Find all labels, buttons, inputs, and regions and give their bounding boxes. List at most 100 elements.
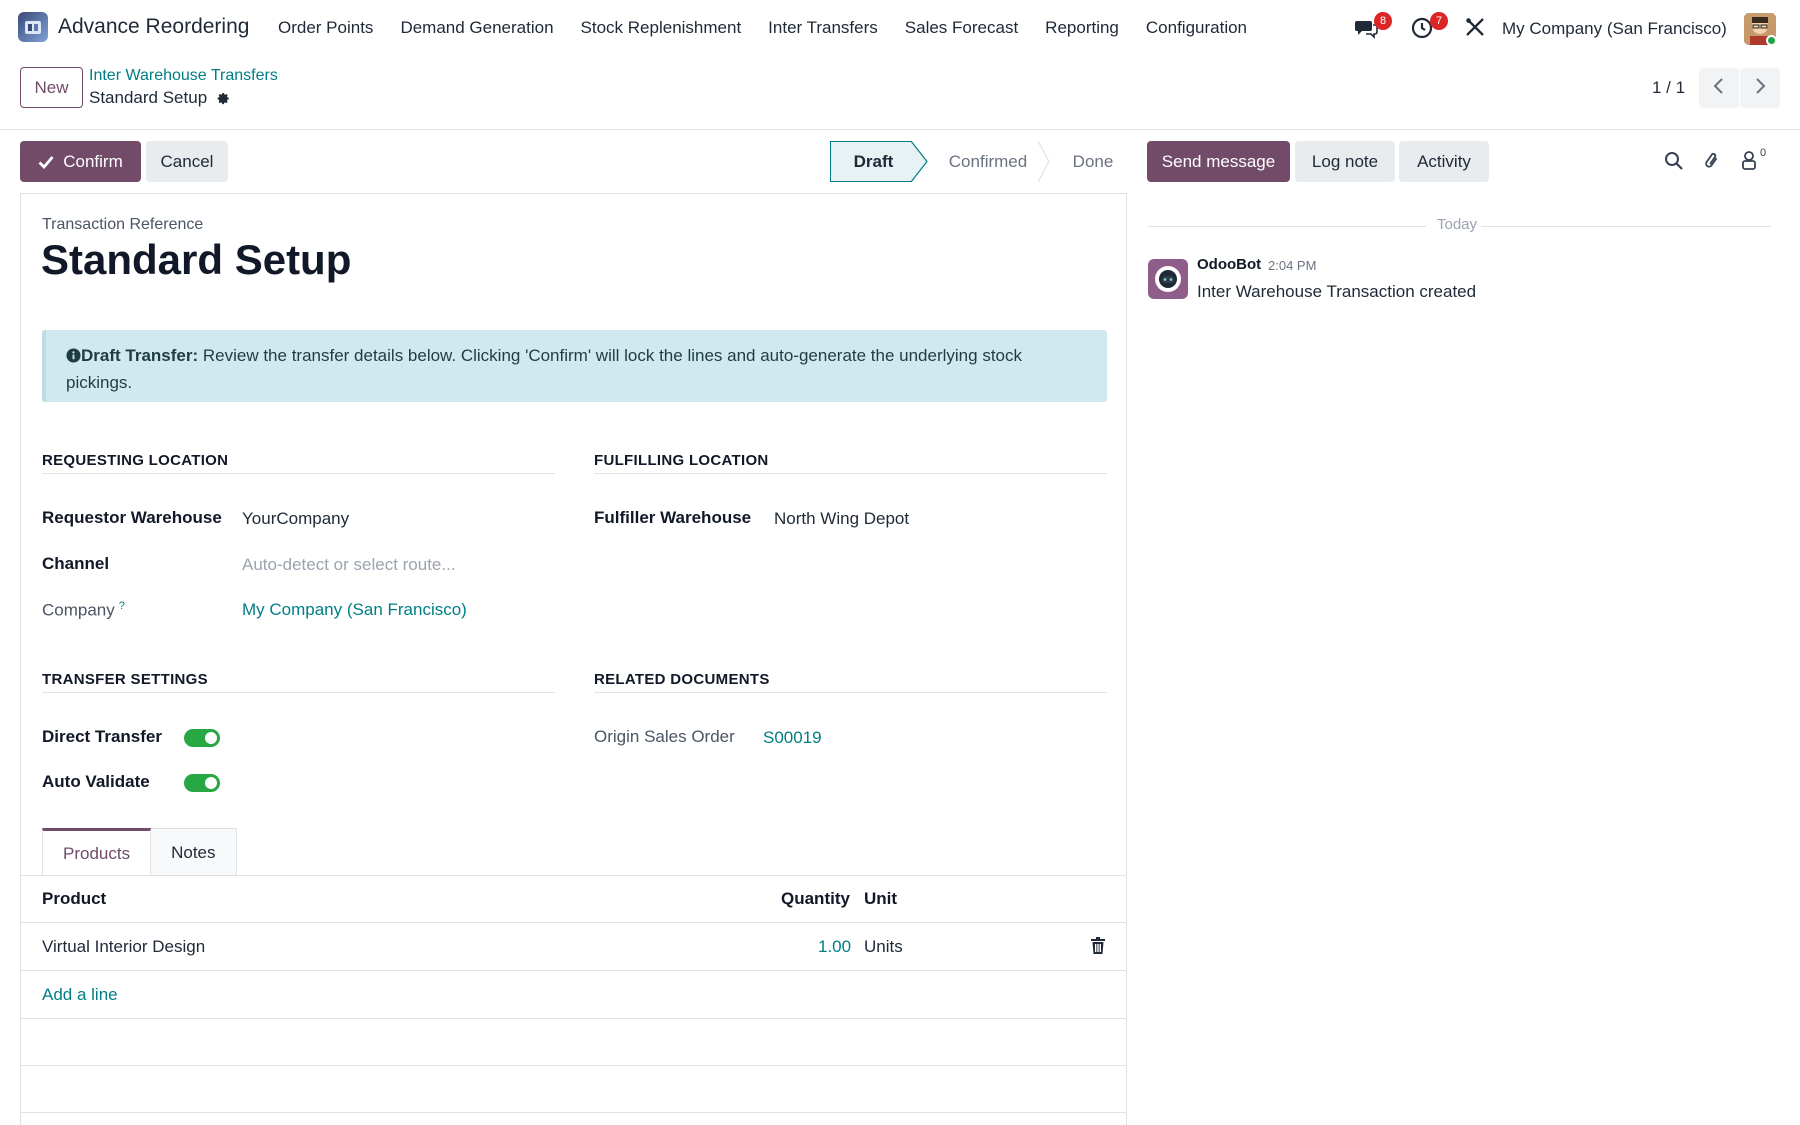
- menu-stock-replenishment[interactable]: Stock Replenishment: [581, 18, 742, 38]
- search-icon[interactable]: [1664, 151, 1684, 176]
- origin-sales-order-link[interactable]: S00019: [763, 728, 822, 748]
- tools-icon[interactable]: [1464, 16, 1490, 42]
- menu-order-points[interactable]: Order Points: [278, 18, 373, 38]
- online-status-dot: [1766, 35, 1776, 45]
- confirm-button-label: Confirm: [63, 151, 123, 171]
- pager-next-button[interactable]: [1740, 68, 1780, 108]
- messages-badge: 8: [1374, 12, 1392, 30]
- message-author[interactable]: OdooBot: [1197, 256, 1261, 273]
- requesting-location-title: REQUESTING LOCATION: [42, 452, 555, 474]
- date-divider-left: [1148, 226, 1426, 227]
- menu-inter-transfers[interactable]: Inter Transfers: [768, 18, 878, 38]
- date-divider-right: [1481, 226, 1771, 227]
- info-circle-icon: [66, 348, 81, 363]
- paperclip-icon[interactable]: [1702, 150, 1722, 177]
- alert-text: Review the transfer details below. Click…: [202, 346, 1022, 365]
- activities-clock-icon[interactable]: 7: [1410, 12, 1448, 42]
- top-navbar: Advance Reordering Order Points Demand G…: [0, 0, 1800, 58]
- followers-count: 0: [1760, 147, 1767, 159]
- column-header-unit[interactable]: Unit: [864, 889, 897, 909]
- confirm-button[interactable]: Confirm: [20, 141, 141, 182]
- log-note-button[interactable]: Log note: [1295, 141, 1395, 182]
- menu-demand-generation[interactable]: Demand Generation: [400, 18, 553, 38]
- fulfilling-location-title: FULFILLING LOCATION: [594, 452, 1107, 474]
- empty-row: [21, 1066, 1126, 1113]
- direct-transfer-label: Direct Transfer: [42, 727, 162, 746]
- chevron-right-icon: [1753, 77, 1767, 100]
- fulfiller-warehouse-label: Fulfiller Warehouse: [594, 508, 752, 527]
- line-unit[interactable]: Units: [864, 937, 903, 957]
- message-body: Inter Warehouse Transaction created: [1197, 282, 1477, 301]
- cancel-button[interactable]: Cancel: [146, 141, 228, 182]
- new-button[interactable]: New: [20, 67, 83, 108]
- app-logo-icon[interactable]: [18, 12, 48, 42]
- breadcrumb-current-label: Standard Setup: [89, 88, 208, 107]
- company-label-text: Company: [42, 600, 115, 620]
- pager-value[interactable]: 1 / 1: [1652, 78, 1685, 98]
- company-field[interactable]: My Company (San Francisco): [242, 600, 467, 620]
- tab-notes[interactable]: Notes: [151, 828, 237, 876]
- gear-icon[interactable]: [215, 90, 231, 106]
- stage-confirmed[interactable]: Confirmed: [912, 141, 1050, 182]
- control-panel: New Inter Warehouse Transfers Standard S…: [0, 58, 1800, 130]
- chevron-left-icon: [1712, 77, 1726, 100]
- message-time: 2:04 PM: [1268, 258, 1317, 273]
- add-line-row: Add a line: [21, 971, 1126, 1019]
- odoobot-avatar[interactable]: [1148, 259, 1188, 299]
- activities-badge: 7: [1430, 12, 1448, 30]
- direct-transfer-toggle[interactable]: [184, 729, 220, 747]
- pager-previous-button[interactable]: [1699, 68, 1739, 108]
- column-header-quantity[interactable]: Quantity: [781, 889, 850, 909]
- user-avatar[interactable]: [1744, 13, 1776, 45]
- draft-info-alert: Draft Transfer: Review the transfer deta…: [42, 330, 1107, 402]
- channel-label: Channel: [42, 554, 110, 573]
- app-name[interactable]: Advance Reordering: [58, 15, 249, 39]
- menu-sales-forecast[interactable]: Sales Forecast: [905, 18, 1018, 38]
- line-product[interactable]: Virtual Interior Design: [42, 937, 205, 957]
- company-help-tooltip[interactable]: ?: [119, 600, 125, 612]
- tab-products[interactable]: Products: [42, 828, 152, 876]
- reference-label: Transaction Reference: [42, 216, 204, 233]
- transfer-settings-title: TRANSFER SETTINGS: [42, 671, 555, 693]
- reference-title[interactable]: Standard Setup: [41, 236, 351, 284]
- table-row[interactable]: Virtual Interior Design 1.00 Units: [21, 923, 1126, 971]
- status-bar: Draft Confirmed Done: [830, 141, 1132, 182]
- main-menu: Order Points Demand Generation Stock Rep…: [278, 18, 1274, 38]
- messages-icon[interactable]: 8: [1354, 12, 1392, 42]
- date-divider-label: Today: [1437, 216, 1478, 233]
- column-header-product[interactable]: Product: [42, 889, 106, 909]
- stage-draft[interactable]: Draft: [830, 141, 928, 182]
- add-line-link[interactable]: Add a line: [42, 985, 118, 1005]
- breadcrumb-current: Standard Setup: [89, 88, 231, 108]
- table-header-row: Product Quantity Unit: [21, 876, 1126, 923]
- stage-draft-label: Draft: [853, 151, 894, 171]
- notebook-tabs: Products Notes: [42, 828, 237, 876]
- followers-button[interactable]: 0: [1740, 147, 1767, 175]
- alert-title: Draft Transfer:: [81, 346, 199, 365]
- line-quantity[interactable]: 1.00: [818, 937, 851, 957]
- user-lock-icon: [1740, 150, 1758, 175]
- send-message-button[interactable]: Send message: [1147, 141, 1290, 182]
- trash-icon[interactable]: [1091, 937, 1105, 959]
- stage-confirmed-label: Confirmed: [948, 151, 1028, 171]
- company-switcher[interactable]: My Company (San Francisco): [1502, 19, 1727, 39]
- check-icon: [38, 155, 54, 169]
- stage-done-label: Done: [1072, 151, 1114, 171]
- origin-sales-order-label: Origin Sales Order: [594, 727, 735, 746]
- channel-field[interactable]: Auto-detect or select route...: [242, 555, 456, 575]
- menu-reporting[interactable]: Reporting: [1045, 18, 1119, 38]
- empty-row: [21, 1019, 1126, 1066]
- fulfiller-warehouse-field[interactable]: North Wing Depot: [774, 509, 909, 529]
- requestor-warehouse-field[interactable]: YourCompany: [242, 509, 349, 529]
- breadcrumb-parent[interactable]: Inter Warehouse Transfers: [89, 67, 278, 85]
- auto-validate-toggle[interactable]: [184, 774, 220, 792]
- activity-button[interactable]: Activity: [1399, 141, 1489, 182]
- related-documents-title: RELATED DOCUMENTS: [594, 671, 1107, 693]
- company-label: Company?: [42, 600, 125, 621]
- auto-validate-label: Auto Validate: [42, 772, 150, 791]
- menu-configuration[interactable]: Configuration: [1146, 18, 1247, 38]
- stage-done[interactable]: Done: [1040, 141, 1132, 182]
- alert-text-continued: pickings.: [66, 373, 133, 392]
- requestor-warehouse-label: Requestor Warehouse: [42, 508, 222, 527]
- form-sheet: Transaction Reference Standard Setup Dra…: [20, 193, 1127, 1125]
